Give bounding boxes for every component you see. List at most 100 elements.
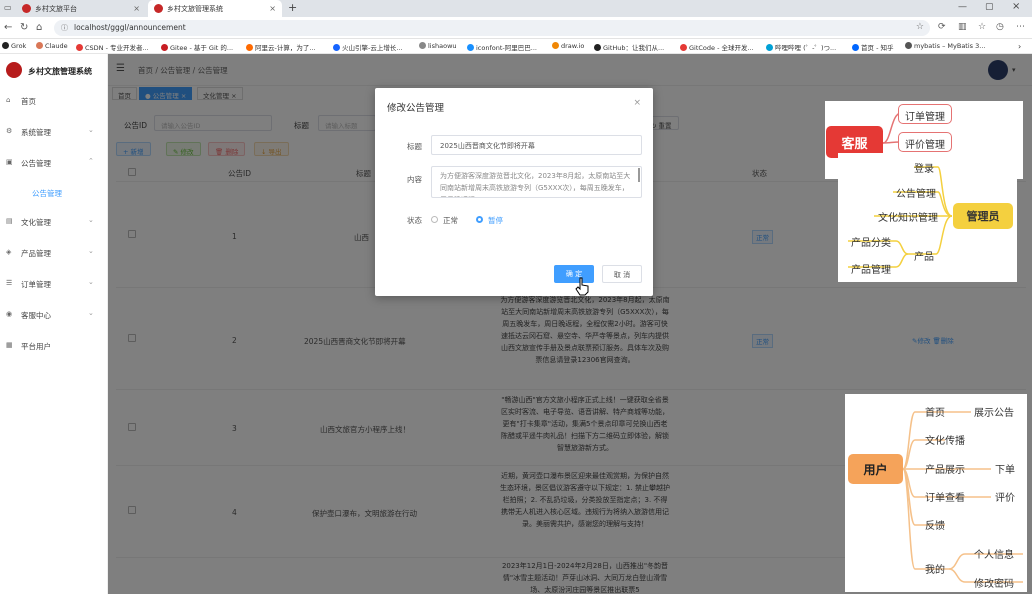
bookmark-label: 火山引擎-云上增长... <box>342 44 403 52</box>
textarea-scrollbar[interactable] <box>638 168 640 182</box>
bookmark-label: lishaowu <box>428 42 457 50</box>
cancel-button[interactable]: 取 消 <box>602 265 642 283</box>
window-icon[interactable]: ▭ <box>4 3 12 12</box>
pointer-cursor-icon <box>575 277 589 296</box>
mindmap-node: 登录 <box>914 164 934 175</box>
mindmap-center-user: 用户 <box>848 454 903 484</box>
mindmap-node: 评价管理 <box>898 132 952 152</box>
bookmark-icon <box>905 42 912 49</box>
bookmark-label: Grok <box>11 42 27 50</box>
tab-cultural-platform[interactable]: 乡村文旅平台 × <box>16 0 146 17</box>
menu-label: 订单管理 <box>21 280 51 289</box>
bookmark-grok[interactable]: Grok <box>2 42 26 50</box>
bookmark-bilibili[interactable]: 哔哩哔哩 (゜-゜)つ... <box>766 42 836 52</box>
maximize-icon[interactable]: ▢ <box>985 2 994 12</box>
tab-management-system[interactable]: 乡村文旅管理系统 × <box>148 0 282 17</box>
title-field-value: 2025山西晋商文化节即将开幕 <box>440 142 535 150</box>
content-textarea[interactable]: 为方便游客深度游览晋北文化，2023年8月起，太原南站至大同南站新增周末高铁旅游… <box>431 166 642 198</box>
bookmark-drawio[interactable]: draw.io <box>552 42 584 50</box>
bookmark-label: CSDN - 专业开发者... <box>85 44 149 52</box>
bookmark-label: 阿里云-计算，为了... <box>255 44 316 52</box>
url-text: localhost/gggl/announcement <box>74 23 186 32</box>
menu-label: 公告管理 <box>21 159 51 168</box>
bookmark-gitcode[interactable]: GitCode - 全球开发... <box>680 42 754 52</box>
home-icon[interactable]: ⌂ <box>36 22 42 33</box>
menu-item-users[interactable]: ▦ 平台用户 <box>0 335 108 355</box>
shop-icon: ◈ <box>6 248 12 256</box>
close-tab-icon[interactable]: × <box>133 4 140 13</box>
app-title: 乡村文旅管理系统 <box>28 67 92 76</box>
menu-label: 文化管理 <box>21 218 51 227</box>
bookmark-mybatis[interactable]: mybatis – MyBatis 3... <box>905 42 985 50</box>
chevron-down-icon: ⌄ <box>88 126 94 134</box>
bookmark-iconfont[interactable]: iconfont-阿里巴巴... <box>467 42 537 52</box>
bookmark-icon <box>36 42 43 49</box>
sidebar: 乡村文旅管理系统 ⌂ 首页 ⚙ 系统管理 ⌄ ▣ 公告管理 ⌃ 公告管理 ▤ 文化管理 ⌄ ◈… <box>0 54 108 594</box>
close-window-icon[interactable]: × <box>1012 1 1020 12</box>
favorite-star-icon[interactable]: ☆ <box>916 22 924 32</box>
menu-subitem-announcement[interactable]: 公告管理 <box>0 182 108 202</box>
browser-tab-bar: ▭ 乡村文旅平台 × 乡村文旅管理系统 × + — ▢ × <box>0 0 1032 17</box>
mindmap-node: 个人信息 <box>974 550 1014 561</box>
bookmark-lishaowu[interactable]: lishaowu <box>419 42 457 50</box>
refresh-page-icon[interactable]: ⟳ <box>938 22 946 32</box>
mindmap-node: 产品管理 <box>851 265 891 276</box>
close-tab-icon[interactable]: × <box>269 4 276 13</box>
menu-label: 产品管理 <box>21 249 51 258</box>
bookmark-icon <box>76 44 83 51</box>
headset-icon: ◉ <box>6 310 13 318</box>
bookmark-label: draw.io <box>561 42 585 50</box>
close-icon[interactable]: × <box>633 98 641 108</box>
split-screen-icon[interactable]: ▥ <box>958 22 967 32</box>
url-input[interactable]: ⓘ localhost/gggl/announcement ☆ <box>54 20 930 36</box>
menu-item-culture[interactable]: ▤ 文化管理 ⌄ <box>0 211 108 231</box>
bookmark-volcengine[interactable]: 火山引擎-云上增长... <box>333 42 403 52</box>
menu-item-announcement[interactable]: ▣ 公告管理 ⌃ <box>0 152 108 172</box>
menu-item-service[interactable]: ◉ 客服中心 ⌄ <box>0 304 108 324</box>
radio-pause[interactable] <box>476 216 483 223</box>
address-bar: ← ↻ ⌂ ⓘ localhost/gggl/announcement ☆ ⟳ … <box>0 17 1032 39</box>
bookmark-csdn[interactable]: CSDN - 专业开发者... <box>76 42 149 52</box>
mindmap-node: 下单 <box>995 465 1015 476</box>
bookmark-label: mybatis – MyBatis 3... <box>914 42 986 50</box>
new-tab-icon[interactable]: + <box>288 1 297 14</box>
menu-item-home[interactable]: ⌂ 首页 <box>0 90 108 110</box>
edit-announcement-dialog: 修改公告管理 × 标题 2025山西晋商文化节即将开幕 内容 为方便游客深度游览… <box>375 88 653 296</box>
minimize-icon[interactable]: — <box>958 2 967 12</box>
site-info-icon[interactable]: ⓘ <box>61 23 68 33</box>
bookmarks-bar: Grok Claude CSDN - 专业开发者... Gitee - 基于 G… <box>0 39 1032 54</box>
mindmap-node: 展示公告 <box>974 408 1014 419</box>
bookmark-claude[interactable]: Claude <box>36 42 68 50</box>
bookmark-github[interactable]: GitHub：让我们从... <box>594 42 664 52</box>
history-icon[interactable]: ◷ <box>996 22 1004 32</box>
mindmap-node: 文化传播 <box>925 436 965 447</box>
mindmap-node: 首页 <box>925 408 945 419</box>
mindmap-node: 产品分类 <box>851 238 891 249</box>
title-field[interactable]: 2025山西晋商文化节即将开幕 <box>431 135 642 155</box>
radio-normal[interactable] <box>431 216 438 223</box>
bookmark-icon <box>852 44 859 51</box>
mindmap-node: 反馈 <box>925 521 945 532</box>
home-icon: ⌂ <box>6 96 11 104</box>
bookmark-zhihu[interactable]: 首页 - 知乎 <box>852 42 893 52</box>
menu-item-order[interactable]: ☰ 订单管理 ⌄ <box>0 273 108 293</box>
bookmark-icon <box>594 44 601 51</box>
title-field-label: 标题 <box>407 142 422 151</box>
more-icon[interactable]: ⋯ <box>1016 22 1025 32</box>
radio-pause-label: 暂停 <box>488 216 503 225</box>
more-bookmarks-icon[interactable]: › <box>1018 42 1021 51</box>
mindmap-center-admin: 管理员 <box>953 203 1013 229</box>
app-favicon-icon <box>22 4 31 13</box>
reload-icon[interactable]: ↻ <box>20 22 28 33</box>
menu-item-system[interactable]: ⚙ 系统管理 ⌄ <box>0 121 108 141</box>
document-icon: ▣ <box>6 158 13 166</box>
back-icon[interactable]: ← <box>4 22 12 33</box>
dialog-title: 修改公告管理 <box>387 103 445 114</box>
menu-label: 平台用户 <box>21 342 51 351</box>
bookmark-gitee[interactable]: Gitee - 基于 Git 的... <box>161 42 233 52</box>
status-field-label: 状态 <box>407 216 422 225</box>
bookmark-icon <box>766 44 773 51</box>
menu-item-product[interactable]: ◈ 产品管理 ⌄ <box>0 242 108 262</box>
bookmark-aliyun[interactable]: 阿里云-计算，为了... <box>246 42 316 52</box>
favorites-icon[interactable]: ☆ <box>978 22 986 32</box>
